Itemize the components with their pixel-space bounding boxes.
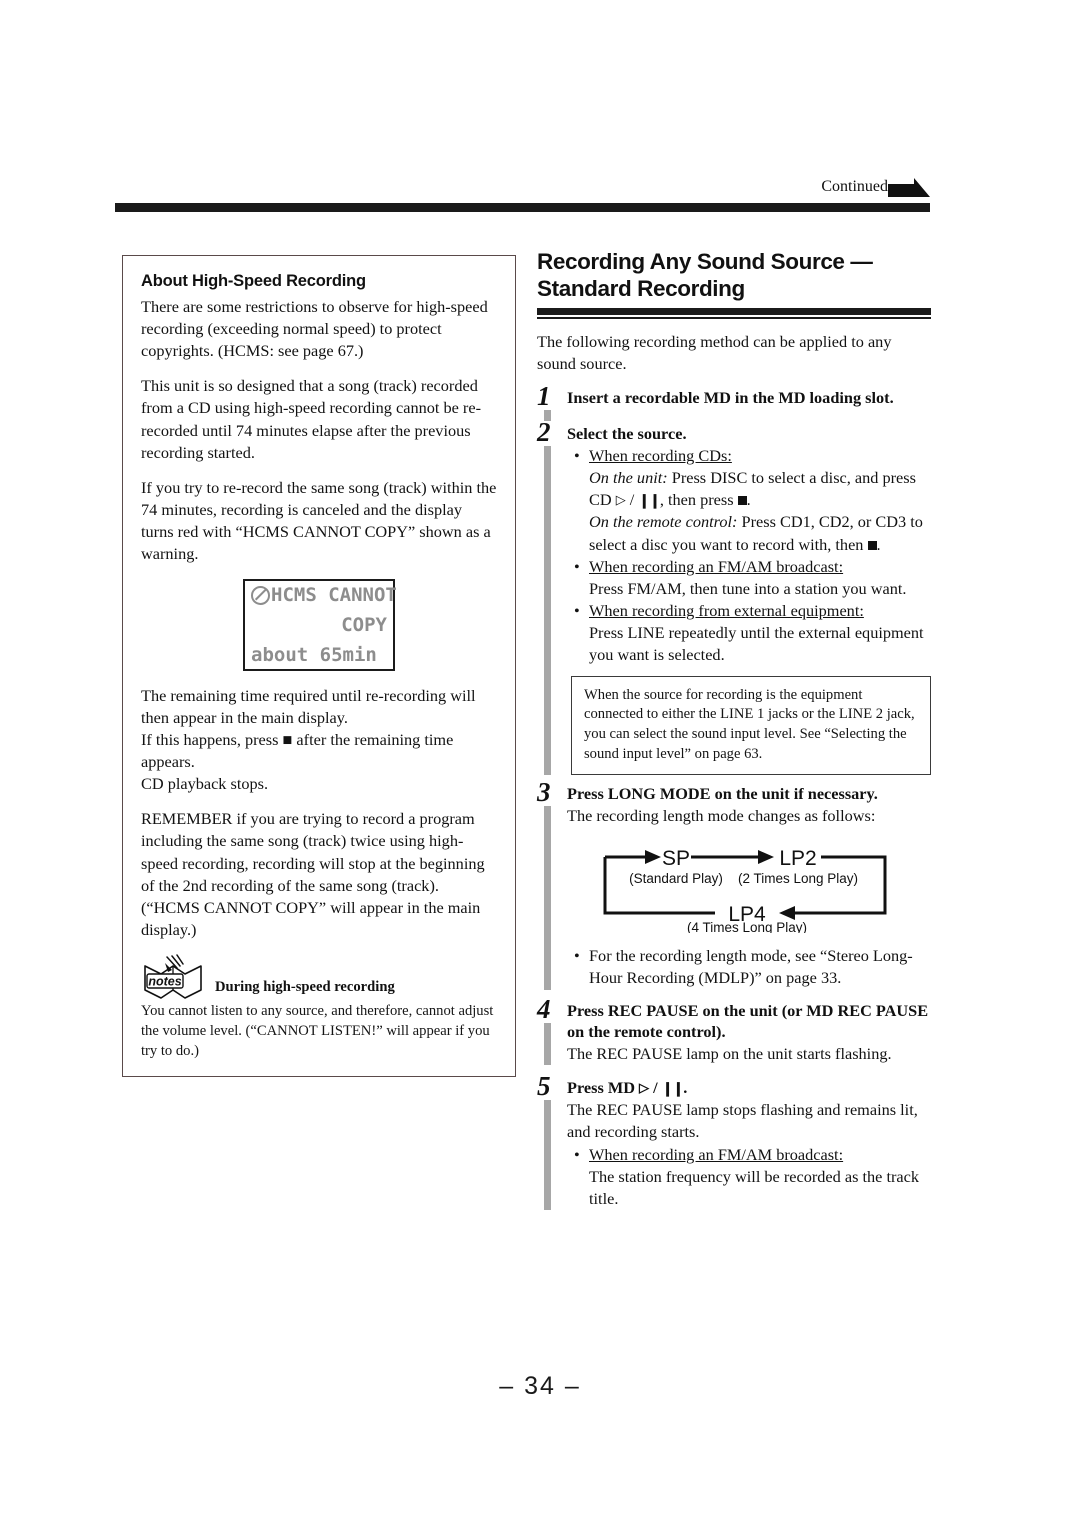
lcd-line-3: about 65min: [251, 643, 377, 666]
panel-paragraph-3: If you try to re-record the same song (t…: [141, 477, 497, 564]
step-5: 5 Press MD ▷ / ❙❙. The REC PAUSE lamp st…: [537, 1073, 931, 1211]
notes-body: You cannot listen to any source, and the…: [141, 1003, 494, 1060]
notes-block: notes During high-speed recording You ca…: [141, 954, 497, 1061]
line-input-notebox-text: When the source for recording is the equ…: [584, 686, 915, 763]
prohibition-icon: [251, 585, 270, 605]
long-mode-cycle-svg: SP (Standard Play) LP2 (2 Times Long Pla…: [603, 847, 887, 933]
step-4-bar: [544, 1022, 551, 1066]
step-3: 3 Press LONG MODE on the unit if necessa…: [537, 778, 931, 990]
section-rule-thin: [537, 317, 931, 319]
cycle-node-sp: SP: [662, 847, 690, 870]
panel-title: About High-Speed Recording: [141, 272, 366, 290]
step-5-title-post: .: [683, 1078, 688, 1098]
bullet-recording-fm-am: When recording an FM/AM broadcast: Press…: [573, 556, 931, 600]
bullet-recording-cds: When recording CDs: On the unit: Press D…: [573, 445, 931, 556]
step-2-bullets: When recording CDs: On the unit: Press D…: [567, 445, 931, 667]
step-5-title-pre: Press MD: [567, 1078, 640, 1098]
bullet-fm-am-track-title-lead: When recording an FM/AM broadcast:: [589, 1144, 844, 1164]
cycle-node-lp4-sub: (4 Times Long Play): [687, 920, 807, 933]
step-3-number: 3: [537, 776, 551, 807]
panel-paragraph-2: This unit is so designed that a song (tr…: [141, 376, 481, 462]
on-the-remote-label: On the remote control:: [589, 512, 738, 532]
continued-header: Continued: [115, 176, 930, 198]
step-5-body: The REC PAUSE lamp stops flashing and re…: [567, 1100, 918, 1142]
long-mode-cycle-diagram: SP (Standard Play) LP2 (2 Times Long Pla…: [595, 837, 895, 933]
bullet-recording-external: When recording from external equipment: …: [573, 600, 931, 666]
step-2-title: Select the source.: [567, 423, 687, 443]
step-4-title: Press REC PAUSE on the unit (or MD REC P…: [567, 1000, 929, 1041]
panel-paragraph-1: There are some restrictions to observe f…: [141, 296, 488, 361]
stop-icon: [867, 540, 877, 550]
right-column: Recording Any Sound Source — Standard Re…: [537, 248, 931, 1212]
play-icon: ▷: [639, 1080, 650, 1096]
step-1-number: 1: [537, 380, 551, 411]
lcd-line-1-text: HCMS CANNOT: [271, 583, 397, 606]
step-5-title: Press MD ▷ / ❙❙.: [567, 1078, 688, 1098]
page-number: – 34 –: [499, 1372, 581, 1400]
cycle-node-lp2-sub: (2 Times Long Play): [738, 871, 858, 886]
step-4: 4 Press REC PAUSE on the unit (or MD REC…: [537, 995, 931, 1066]
pause-icon: ❙❙: [661, 1080, 684, 1097]
page-title: Recording Any Sound Source — Standard Re…: [537, 249, 873, 301]
section-rule-thick: [537, 308, 931, 315]
pause-icon: ❙❙: [638, 492, 660, 509]
step-4-body: The REC PAUSE lamp on the unit starts fl…: [567, 1043, 892, 1063]
notes-icon: notes: [144, 954, 202, 1000]
lcd-screen: HCMS CANNOT COPY about 65min: [243, 578, 397, 671]
header-rule: [115, 203, 930, 212]
step-3-body: The recording length mode changes as fol…: [567, 806, 876, 826]
step-3-bullets: For the recording length mode, see “Ster…: [567, 945, 931, 989]
step-5-bar: [544, 1100, 551, 1211]
bullet-fm-am-track-title: When recording an FM/AM broadcast: The s…: [573, 1144, 931, 1210]
stop-icon: [737, 496, 747, 506]
left-column: About High-Speed Recording There are som…: [122, 255, 516, 1077]
bullet-mdlp-reference: For the recording length mode, see “Ster…: [573, 945, 931, 989]
step-2: 2 Select the source. When recording CDs:…: [537, 418, 931, 775]
step-1-title: Insert a recordable MD in the MD loading…: [567, 387, 894, 407]
bullet-recording-fm-am-line: Press FM/AM, then tune into a station yo…: [589, 578, 907, 598]
panel-after-paragraph-3: CD playback stops.: [141, 774, 269, 794]
continued-label: Continued: [821, 178, 888, 195]
bullet-fm-am-track-title-line: The station frequency will be recorded a…: [589, 1166, 920, 1208]
notes-heading: During high-speed recording: [215, 979, 395, 996]
bullet-recording-external-line: Press LINE repeatedly until the external…: [589, 623, 924, 665]
step-3-title: Press LONG MODE on the unit if necessary…: [567, 783, 878, 803]
cycle-node-sp-sub: (Standard Play): [629, 871, 723, 886]
cycle-node-lp2: LP2: [779, 847, 816, 870]
notes-header: notes During high-speed recording: [141, 954, 497, 1000]
step-5-bullets: When recording an FM/AM broadcast: The s…: [567, 1144, 931, 1210]
on-the-unit-label: On the unit:: [589, 468, 668, 488]
panel-after-paragraph-2: If this happens, press ■ after the remai…: [141, 729, 454, 771]
line-input-notebox: When the source for recording is the equ…: [571, 675, 931, 775]
right-arrow-icon: [888, 177, 930, 197]
step-3-bar: [544, 805, 551, 990]
lcd-line-2: COPY: [341, 613, 387, 636]
bullet-recording-external-lead: When recording from external equipment:: [589, 601, 864, 621]
bullet-recording-fm-am-lead: When recording an FM/AM broadcast:: [589, 556, 844, 576]
step-5-number: 5: [537, 1071, 551, 1102]
lcd-line-1: HCMS CANNOT: [251, 585, 397, 605]
step-2-number: 2: [537, 416, 551, 447]
section-intro: The following recording method can be ap…: [537, 331, 892, 373]
step-1: 1 Insert a recordable MD in the MD loadi…: [537, 382, 931, 421]
panel-remember-paragraph: REMEMBER if you are trying to record a p…: [141, 809, 485, 940]
step-2-bar: [544, 445, 551, 775]
lcd-display-figure: HCMS CANNOT COPY about 65min: [141, 578, 497, 671]
high-speed-recording-panel: About High-Speed Recording There are som…: [122, 255, 516, 1077]
panel-after-paragraph-1: The remaining time required until re-rec…: [141, 685, 476, 727]
svg-text:notes: notes: [148, 975, 181, 989]
play-icon: ▷: [615, 492, 626, 508]
bullet-recording-cds-lead: When recording CDs:: [589, 445, 732, 465]
step-4-number: 4: [537, 993, 551, 1024]
